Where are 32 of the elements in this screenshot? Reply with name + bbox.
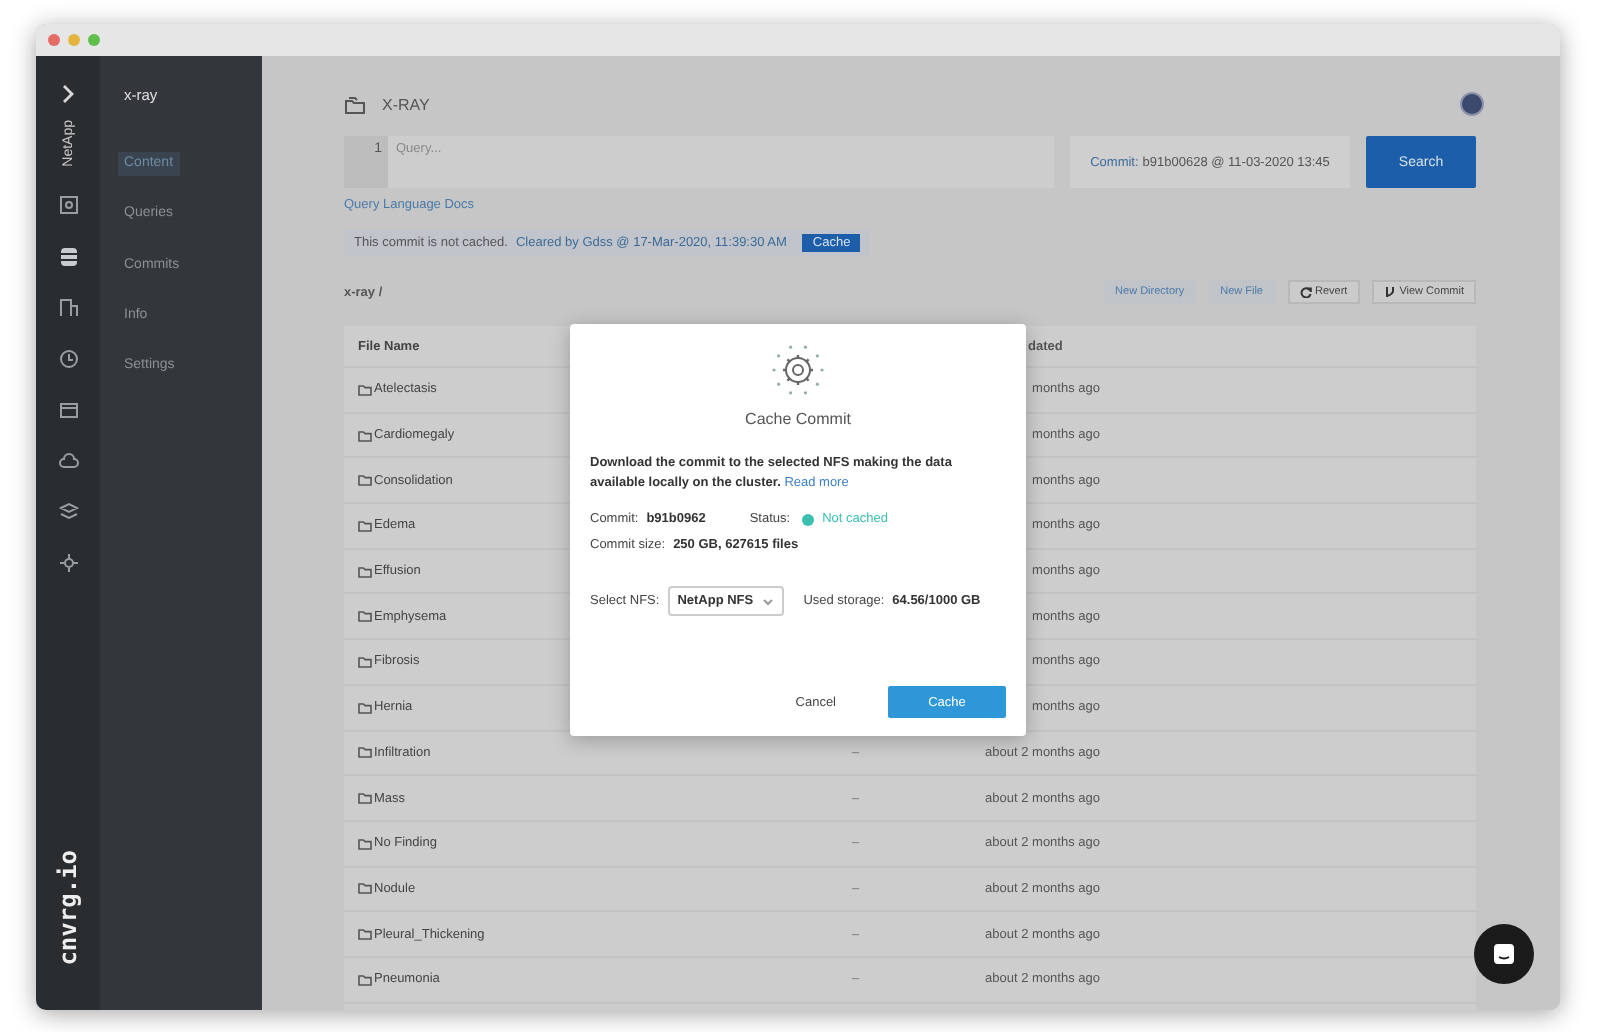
close-control[interactable]	[48, 34, 60, 46]
folder-icon	[358, 792, 372, 805]
folder-icon	[358, 565, 372, 578]
clock-icon[interactable]	[57, 347, 79, 370]
box-icon[interactable]	[57, 398, 79, 421]
folder-icon	[358, 973, 372, 986]
folder-icon	[358, 701, 372, 714]
chat-button[interactable]	[1474, 924, 1534, 984]
folder-icon	[358, 429, 372, 442]
folder-icon	[358, 882, 372, 895]
cloud-icon[interactable]	[57, 449, 79, 472]
refresh-icon	[1299, 286, 1311, 298]
folder-icon	[358, 383, 372, 396]
chat-icon	[1492, 942, 1516, 966]
chevron-down-icon	[761, 597, 774, 605]
folder-icon	[358, 655, 372, 668]
cnvrg-logo: cnvrg.io	[54, 850, 82, 966]
chevron-icon[interactable]	[60, 84, 76, 104]
database-icon[interactable]	[57, 245, 79, 268]
layers-icon[interactable]	[57, 500, 79, 523]
folders-icon	[344, 95, 366, 113]
avatar-icon[interactable]	[1460, 92, 1484, 116]
page-title: X-RAY	[382, 95, 430, 113]
folder-icon	[358, 519, 372, 532]
folder-icon	[358, 928, 372, 941]
folder-icon	[358, 610, 372, 623]
file-icon[interactable]	[57, 194, 79, 217]
folder-icon	[358, 837, 372, 850]
folder-icon	[358, 474, 372, 487]
folder-icon	[358, 746, 372, 759]
modal-title: Cache Commit	[745, 410, 851, 428]
building-icon[interactable]	[57, 296, 79, 319]
